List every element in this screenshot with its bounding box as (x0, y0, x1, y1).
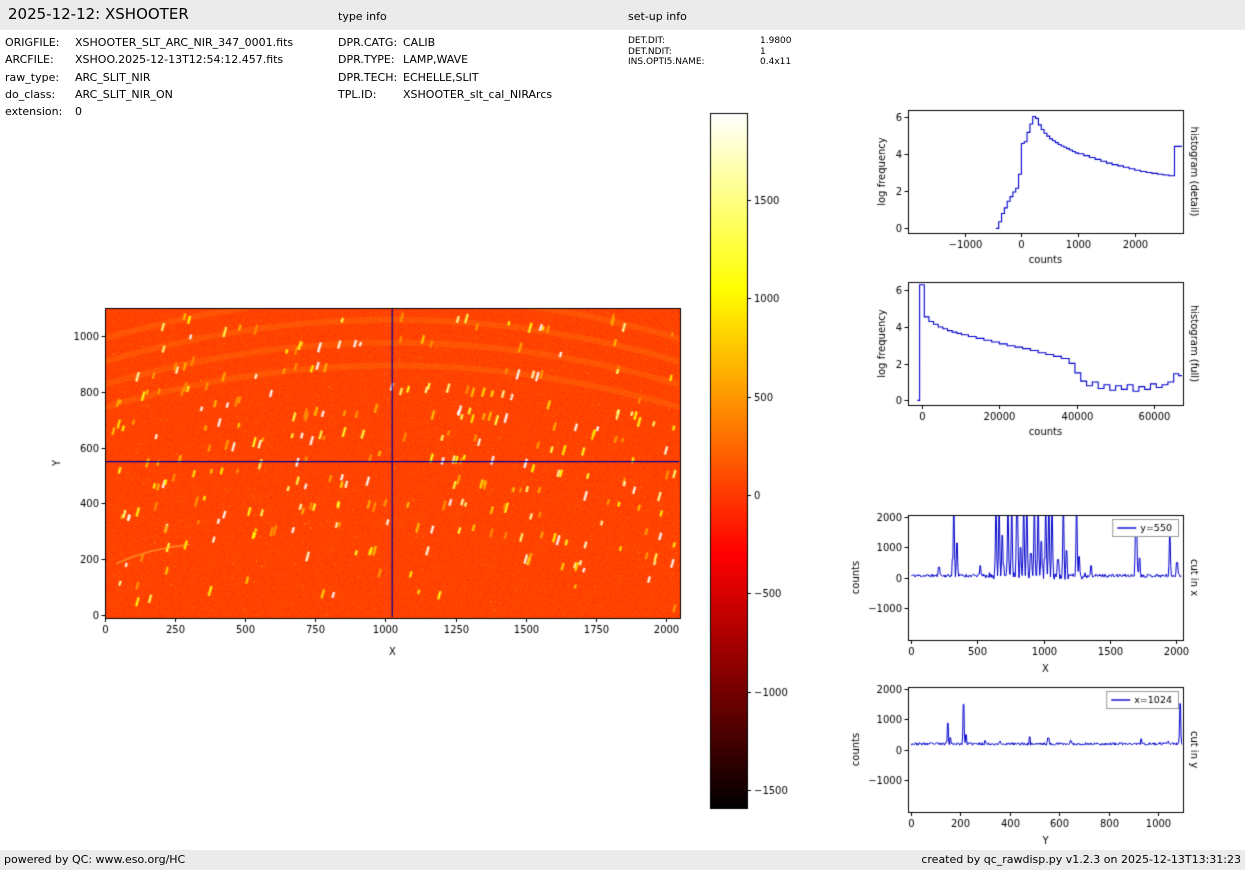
meta-row: INS.OPTI5.NAME: 0.4x11 (628, 57, 792, 68)
footer-created-by: created by qc_rawdisp.py v1.2.3 on 2025-… (921, 853, 1241, 866)
meta-row: ORIGFILE: XSHOOTER_SLT_ARC_NIR_347_0001.f… (5, 34, 293, 51)
meta-key: DPR.TECH: (338, 70, 398, 84)
page-title: 2025-12-12: XSHOOTER (8, 5, 189, 23)
meta-row: TPL.ID: XSHOOTER_slt_cal_NIRArcs (338, 86, 552, 103)
meta-key: do_class: (5, 87, 56, 101)
setup-info-label: set-up info (628, 10, 687, 23)
setup-info-block: DET.DIT: 1.9800 DET.NDIT: 1 INS.OPTI5.NAME… (628, 36, 792, 68)
plots-canvas (0, 0, 1245, 870)
header-bar: 2025-12-12: XSHOOTER type info set-up in… (0, 0, 1245, 30)
meta-row: do_class: ARC_SLIT_NIR_ON (5, 86, 293, 103)
meta-key: INS.OPTI5.NAME: (628, 57, 705, 68)
type-info-block: DPR.CATG: CALIB DPR.TYPE: LAMP,WAVE DPR.TE… (338, 34, 552, 103)
meta-key: TPL.ID: (338, 87, 377, 101)
meta-value: ARC_SLIT_NIR_ON (75, 87, 173, 101)
meta-row: DET.DIT: 1.9800 (628, 36, 792, 47)
meta-value: CALIB (403, 36, 436, 49)
meta-row: ARCFILE: XSHOO.2025-12-13T12:54:12.457.fi… (5, 51, 293, 68)
meta-key: ORIGFILE: (5, 36, 60, 49)
footer-bar: powered by QC: www.eso.org/HC created by… (0, 850, 1245, 870)
meta-key: DPR.CATG: (338, 36, 398, 49)
meta-value: XSHOO.2025-12-13T12:54:12.457.fits (75, 53, 284, 67)
meta-value: XSHOOTER_slt_cal_NIRArcs (403, 87, 553, 101)
meta-value: 0.4x11 (760, 57, 792, 68)
meta-row: extension: 0 (5, 103, 293, 120)
meta-row: raw_type: ARC_SLIT_NIR (5, 69, 293, 86)
file-info-block: ORIGFILE: XSHOOTER_SLT_ARC_NIR_347_0001.f… (5, 34, 293, 120)
meta-value: XSHOOTER_SLT_ARC_NIR_347_0001.fits (75, 36, 294, 49)
meta-value: 1.9800 (760, 36, 792, 46)
meta-key: ARCFILE: (5, 53, 54, 67)
meta-key: DET.NDIT: (628, 46, 672, 57)
meta-row: DPR.TECH: ECHELLE,SLIT (338, 69, 552, 86)
meta-row: DPR.CATG: CALIB (338, 34, 552, 51)
qc-report-page: 2025-12-12: XSHOOTER type info set-up in… (0, 0, 1245, 870)
meta-value: ECHELLE,SLIT (403, 70, 479, 84)
footer-credit-qc: powered by QC: www.eso.org/HC (4, 853, 186, 866)
meta-value: 0 (75, 105, 82, 119)
meta-key: DET.DIT: (628, 36, 666, 46)
meta-value: 1 (760, 46, 766, 57)
meta-key: raw_type: (5, 70, 60, 84)
meta-value: ARC_SLIT_NIR (75, 70, 151, 84)
meta-key: DPR.TYPE: (338, 53, 395, 67)
meta-value: LAMP,WAVE (403, 53, 469, 67)
meta-key: extension: (5, 105, 63, 119)
meta-row: DPR.TYPE: LAMP,WAVE (338, 51, 552, 68)
meta-row: DET.NDIT: 1 (628, 47, 792, 58)
type-info-label: type info (338, 10, 387, 23)
